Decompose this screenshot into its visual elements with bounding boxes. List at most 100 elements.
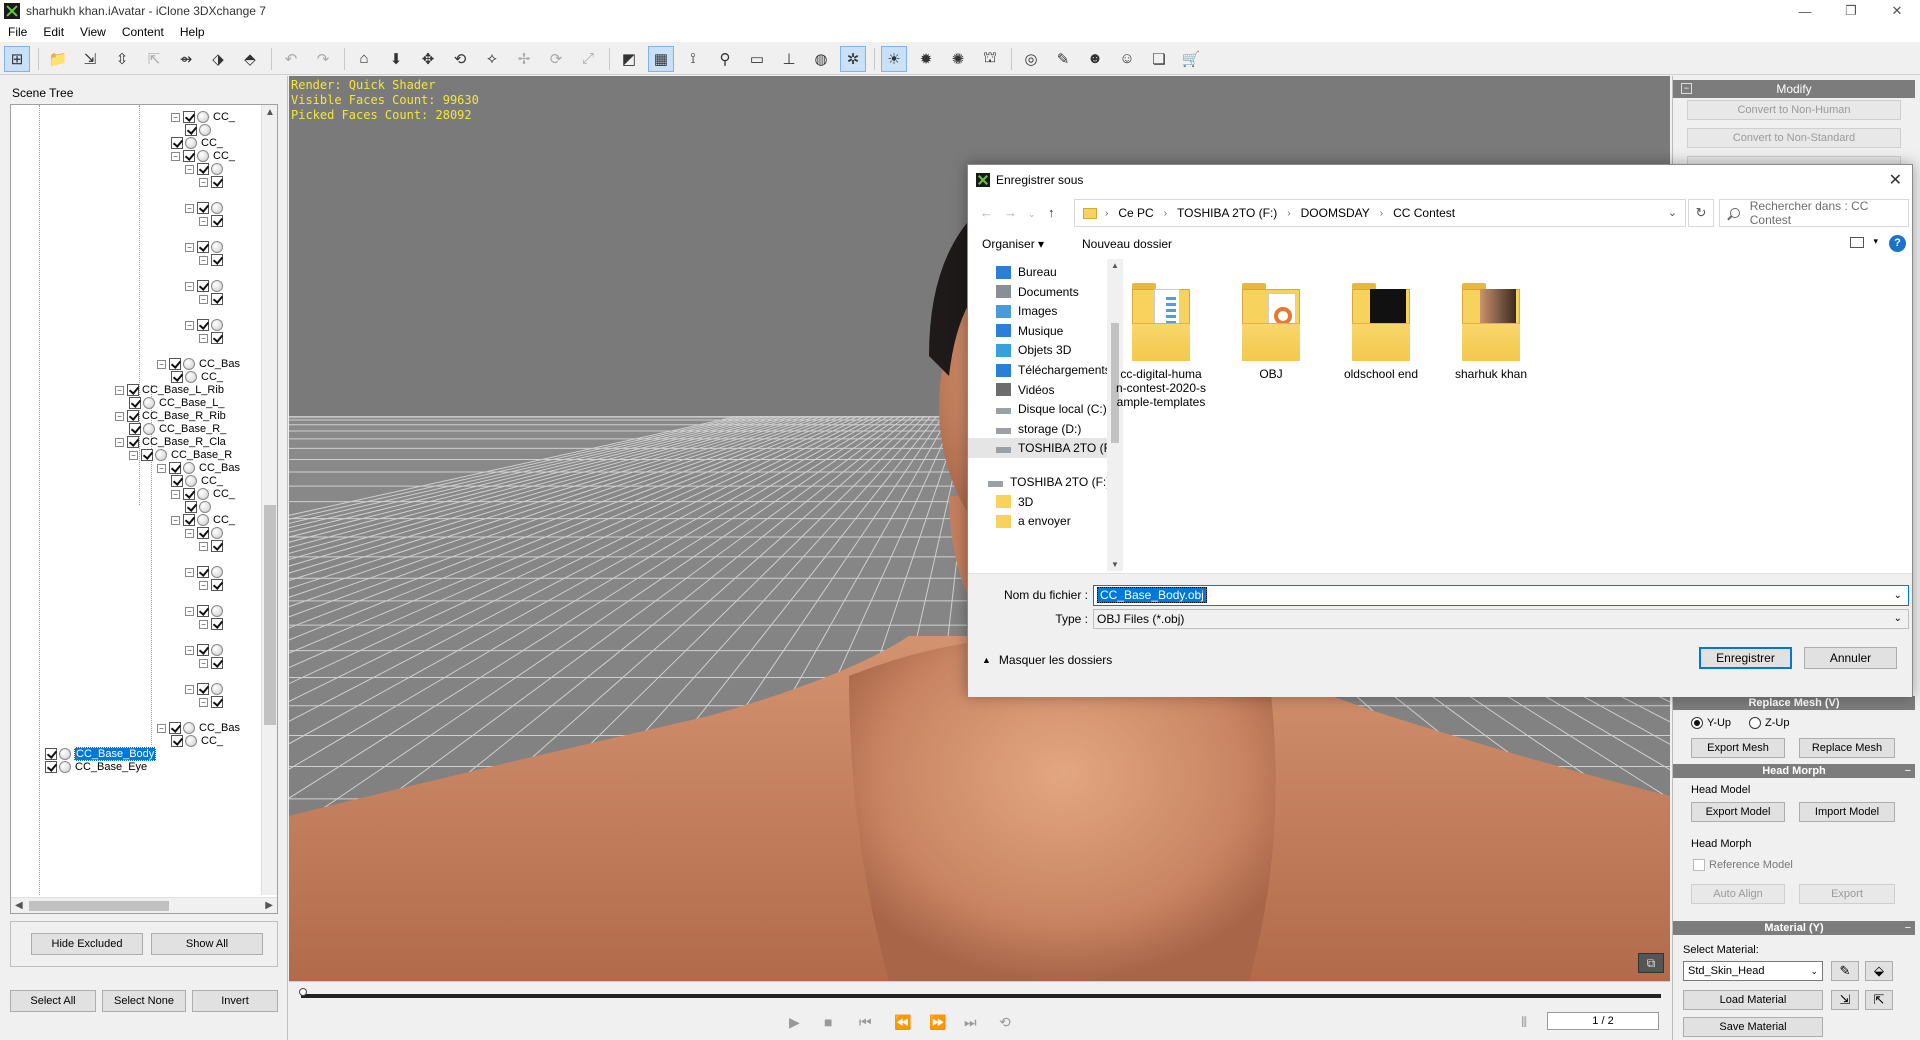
cancel-button[interactable]: Annuler <box>1804 647 1897 669</box>
tree-node[interactable]: CC_ <box>171 370 224 384</box>
tree-node[interactable]: − <box>199 214 227 228</box>
wireframe-icon[interactable]: ◩ <box>616 46 642 72</box>
tree-node[interactable]: CC_Base_R_ <box>129 422 227 436</box>
expand-toggle-icon[interactable]: − <box>157 463 166 473</box>
expand-toggle-icon[interactable]: − <box>199 541 208 551</box>
auto-align-button[interactable]: Auto Align <box>1691 884 1785 904</box>
node-checkbox[interactable] <box>45 748 57 760</box>
node-checkbox[interactable] <box>127 384 139 396</box>
nav-item[interactable]: Vidéos <box>968 380 1108 400</box>
scene-tree-toggle-icon[interactable]: ⊞ <box>4 45 30 72</box>
nav-item[interactable]: Images <box>968 301 1108 321</box>
node-checkbox[interactable] <box>171 735 183 747</box>
tree-node[interactable]: − CC_ <box>171 110 236 124</box>
tree-node[interactable]: − <box>199 331 227 345</box>
invert-button[interactable]: Invert <box>192 990 278 1012</box>
node-checkbox[interactable] <box>211 618 223 630</box>
expand-toggle-icon[interactable]: − <box>199 658 208 668</box>
expand-toggle-icon[interactable]: − <box>171 112 180 122</box>
expand-toggle-icon[interactable]: − <box>185 606 194 616</box>
navigation-pane[interactable]: Bureau Documents Images Musique Objets 3D Tél… <box>968 259 1123 571</box>
node-checkbox[interactable] <box>211 293 223 305</box>
tree-node[interactable]: CC_ <box>171 734 224 748</box>
import-bvh-icon[interactable]: ⇱ <box>141 46 167 72</box>
expand-toggle-icon[interactable]: − <box>157 723 166 733</box>
node-checkbox[interactable] <box>197 605 209 617</box>
nav-item[interactable]: TOSHIBA 2TO (F:) <box>968 438 1118 459</box>
tree-vertical-scrollbar[interactable]: ▲ <box>261 105 277 895</box>
nav-item[interactable]: storage (D:) <box>968 419 1108 439</box>
select-all-button[interactable]: Select All <box>10 990 96 1012</box>
expand-toggle-icon[interactable]: − <box>185 203 194 213</box>
node-checkbox[interactable] <box>185 501 197 513</box>
hide-folders-toggle[interactable]: ▲ Masquer les dossiers <box>982 653 1112 667</box>
pick-icon[interactable]: ⟡ <box>479 46 505 72</box>
scroll-right-icon[interactable]: ▶ <box>265 900 273 911</box>
tree-node[interactable]: − <box>199 656 227 670</box>
web-icon[interactable]: ◎ <box>1018 46 1044 72</box>
export-fbx-icon[interactable]: ⬗ <box>205 46 231 72</box>
import-fbx-icon[interactable]: ⇳ <box>109 46 135 72</box>
node-checkbox[interactable] <box>183 111 195 123</box>
tree-node[interactable]: − <box>185 526 228 540</box>
cart-icon[interactable]: 🛒 <box>1178 46 1204 72</box>
node-checkbox[interactable] <box>211 579 223 591</box>
scroll-thumb[interactable] <box>29 901 169 911</box>
file-type-select[interactable]: OBJ Files (*.obj) ⌄ <box>1093 609 1909 629</box>
nav-item[interactable]: Disque local (C:) <box>968 399 1108 419</box>
light-icon[interactable]: ⚲ <box>712 46 738 72</box>
nav-item[interactable]: Bureau <box>968 262 1108 282</box>
breadcrumb-doomsday[interactable]: DOOMSDAY <box>1301 206 1370 220</box>
y-up-radio[interactable] <box>1691 717 1703 729</box>
expand-toggle-icon[interactable]: − <box>115 437 124 447</box>
first-frame-icon[interactable]: ⏮ <box>859 1014 872 1031</box>
move-icon[interactable]: ✥ <box>415 46 441 72</box>
expand-toggle-icon[interactable]: − <box>129 450 138 460</box>
tree-node[interactable]: − <box>185 643 228 657</box>
recent-chevron-icon[interactable]: ⌄ <box>1028 209 1036 220</box>
shade-icon[interactable]: ▭ <box>744 46 770 72</box>
expand-toggle-icon[interactable]: − <box>185 281 194 291</box>
expand-toggle-icon[interactable]: − <box>185 242 194 252</box>
menu-edit[interactable]: Edit <box>35 25 72 39</box>
fill-bucket-icon[interactable]: ⬙ <box>1865 961 1893 981</box>
nav-item[interactable]: Objets 3D <box>968 340 1108 360</box>
tree-node[interactable]: − CC_Base_R_Cla <box>115 435 227 449</box>
import-icon[interactable]: ⇲ <box>77 46 103 72</box>
node-checkbox[interactable] <box>169 462 181 474</box>
export-obj-icon[interactable]: ⬘ <box>237 46 263 72</box>
rotate-dim-icon[interactable]: ⟳ <box>543 46 569 72</box>
tree-node[interactable]: − <box>185 318 228 332</box>
breadcrumb-cc-contest[interactable]: CC Contest <box>1393 206 1455 220</box>
node-checkbox[interactable] <box>129 397 141 409</box>
tree-node[interactable]: − <box>199 695 227 709</box>
expand-toggle-icon[interactable]: − <box>199 216 208 226</box>
expand-toggle-icon[interactable]: − <box>171 151 180 161</box>
maximize-button[interactable]: ❐ <box>1828 0 1874 22</box>
scroll-thumb[interactable] <box>264 505 276 725</box>
timeline-track[interactable] <box>301 994 1661 998</box>
node-checkbox[interactable] <box>197 280 209 292</box>
expand-toggle-icon[interactable]: − <box>199 580 208 590</box>
close-button[interactable]: ✕ <box>1874 0 1920 22</box>
minimize-button[interactable]: — <box>1782 0 1828 22</box>
nav-item[interactable]: TOSHIBA 2TO (F:) <box>968 472 1110 492</box>
scroll-left-icon[interactable]: ◀ <box>15 900 23 911</box>
z-up-radio[interactable] <box>1749 717 1761 729</box>
refresh-icon[interactable]: ↻ <box>1688 199 1714 227</box>
node-checkbox[interactable] <box>171 137 183 149</box>
frame-counter[interactable]: 1 / 2 <box>1547 1012 1659 1030</box>
node-checkbox[interactable] <box>211 657 223 669</box>
node-checkbox[interactable] <box>127 436 139 448</box>
expand-toggle-icon[interactable]: − <box>199 255 208 265</box>
tree-node[interactable]: CC_Base_L_ <box>129 396 225 410</box>
timeline-playhead[interactable] <box>299 988 307 996</box>
node-checkbox[interactable] <box>183 488 195 500</box>
menu-content[interactable]: Content <box>114 25 172 39</box>
load-material-button[interactable]: Load Material <box>1683 990 1823 1010</box>
node-checkbox[interactable] <box>45 761 57 773</box>
save-texture-icon[interactable]: ⇱ <box>1865 990 1893 1010</box>
tree-node[interactable]: − CC_Base_R <box>129 448 233 462</box>
tree-node[interactable]: − CC_Base_R_Rib <box>115 409 227 423</box>
nav-item[interactable]: a envoyer <box>968 511 1108 531</box>
